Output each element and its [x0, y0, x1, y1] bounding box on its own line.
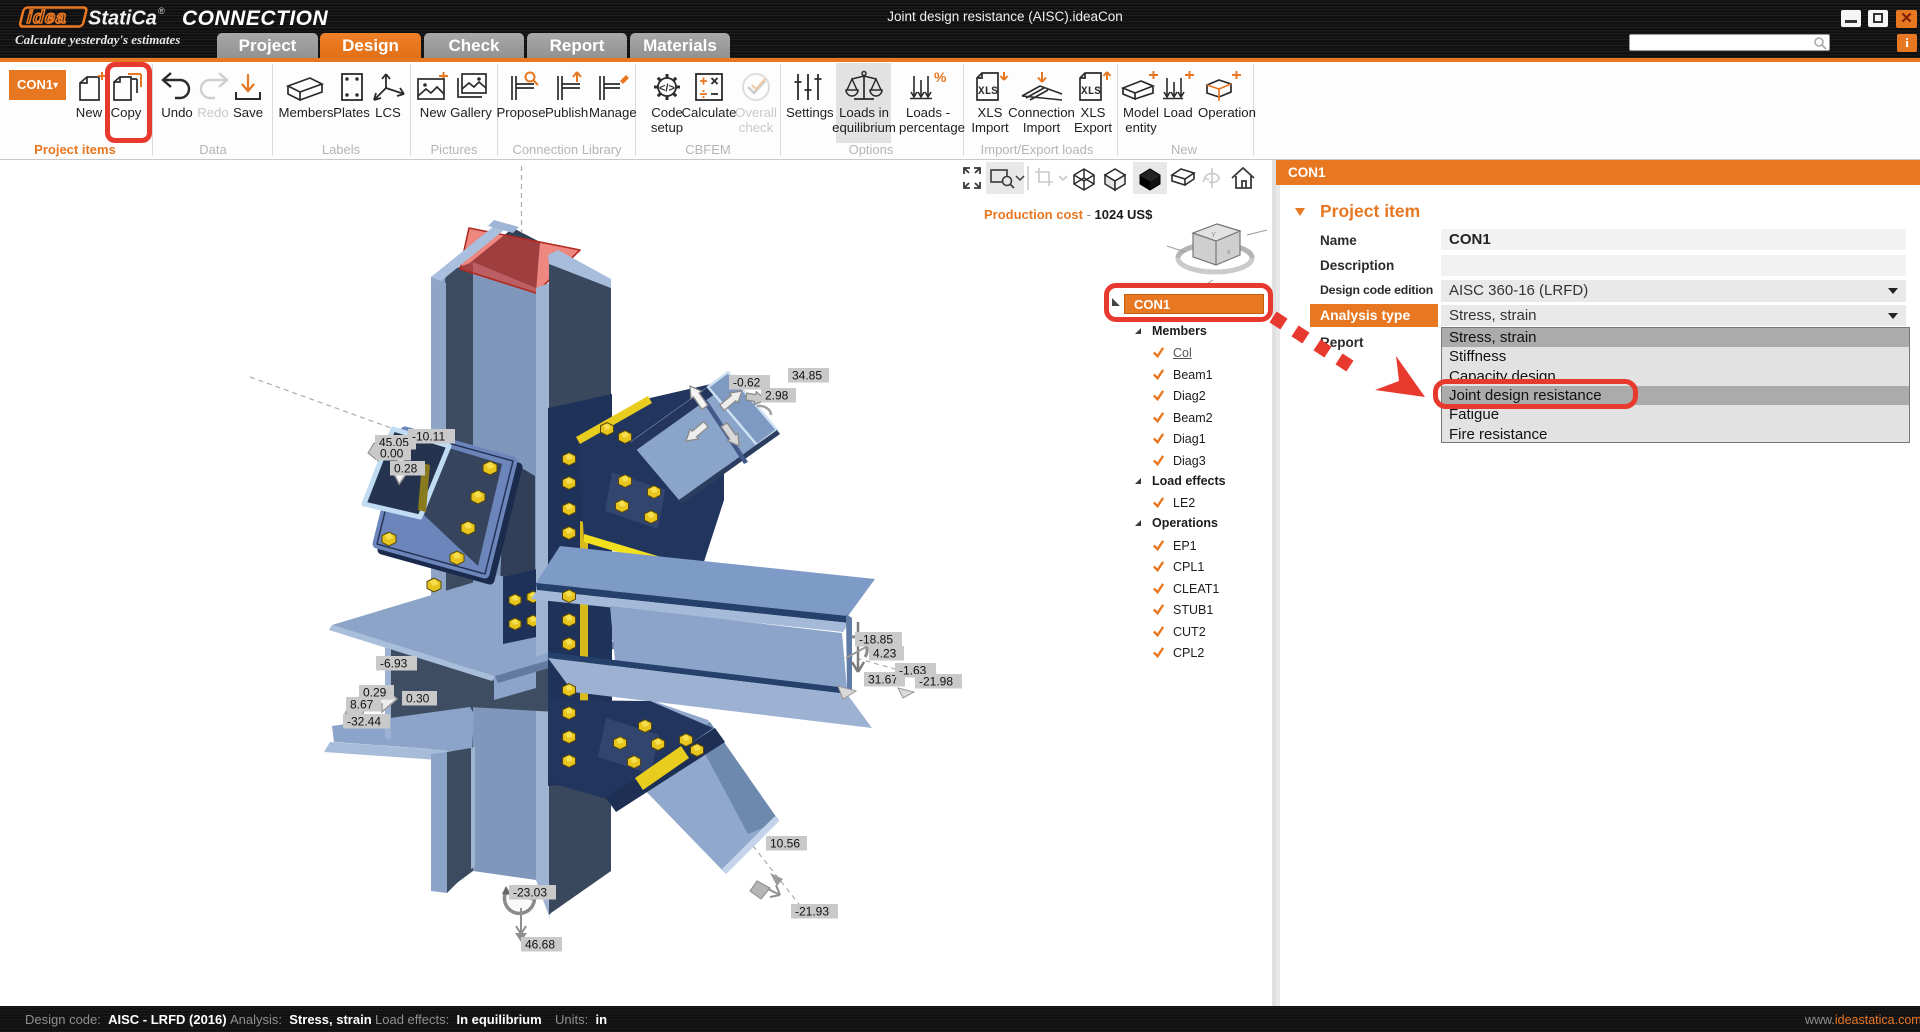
- svg-text:StatiCa: StatiCa: [88, 8, 157, 30]
- svg-text:46.68: 46.68: [525, 938, 555, 952]
- svg-text:-0.62: -0.62: [733, 376, 761, 390]
- svg-text:-21.93: -21.93: [795, 905, 829, 919]
- svg-text:-10.11: -10.11: [412, 430, 445, 444]
- svg-text:-18.85: -18.85: [859, 633, 893, 647]
- svg-text:34.85: 34.85: [792, 369, 822, 383]
- svg-text:4.23: 4.23: [873, 647, 897, 661]
- svg-text:-32.44: -32.44: [347, 715, 381, 729]
- svg-text:8.67: 8.67: [350, 698, 374, 712]
- svg-text:0.28: 0.28: [394, 462, 418, 476]
- svg-text:2.98: 2.98: [765, 389, 789, 403]
- svg-text:x: x: [1226, 249, 1231, 256]
- svg-text:</>: </>: [659, 83, 675, 95]
- svg-text:XLS: XLS: [1081, 86, 1101, 98]
- svg-text:-23.03: -23.03: [513, 886, 547, 900]
- svg-text:-6.93: -6.93: [380, 657, 408, 671]
- svg-text:%: %: [934, 70, 947, 85]
- svg-text:XLS: XLS: [978, 86, 998, 98]
- svg-text:®: ®: [158, 6, 165, 16]
- svg-text:idea: idea: [25, 6, 70, 27]
- svg-text:0.30: 0.30: [406, 692, 430, 706]
- svg-text:0.00: 0.00: [380, 447, 404, 461]
- svg-text:10.56: 10.56: [770, 837, 800, 851]
- svg-text:31.67: 31.67: [868, 673, 898, 687]
- svg-text:-21.98: -21.98: [919, 675, 953, 689]
